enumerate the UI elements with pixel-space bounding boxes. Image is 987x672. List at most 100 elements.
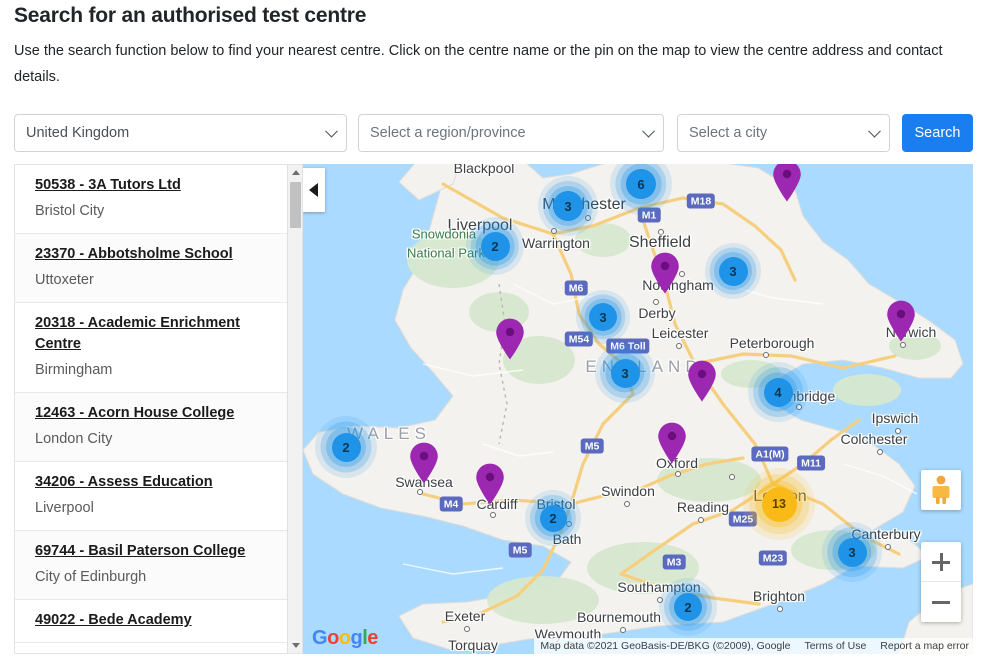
map-cluster-marker[interactable]: 2: [525, 490, 581, 546]
collapse-sidebar-button[interactable]: [303, 168, 325, 212]
map-city-dot: [729, 474, 735, 480]
centre-city: Uttoxeter: [35, 272, 94, 288]
cluster-count: 3: [553, 191, 583, 221]
chevron-down-icon: [325, 124, 338, 138]
map-location-pin[interactable]: [886, 300, 916, 342]
region-select-value: Select a region/province: [370, 125, 526, 141]
map-location-pin[interactable]: [772, 164, 802, 202]
map-cluster-marker[interactable]: 2: [315, 416, 377, 478]
map-road-badge: M23: [758, 550, 788, 566]
cluster-count: 2: [674, 593, 702, 621]
city-select[interactable]: Select a city: [677, 114, 890, 152]
search-form: United Kingdom Select a region/province …: [14, 114, 973, 152]
cluster-count: 3: [589, 303, 617, 331]
map-data-text: Map data ©2021 GeoBasis-DE/BKG (©2009), …: [540, 640, 791, 652]
street-view-pegman-icon[interactable]: [921, 470, 961, 510]
chevron-down-icon: [642, 124, 655, 138]
country-select[interactable]: United Kingdom: [14, 114, 347, 152]
cluster-count: 13: [761, 486, 797, 522]
map-cluster-marker[interactable]: 4: [748, 362, 808, 422]
zoom-in-button[interactable]: [921, 542, 961, 582]
report-map-error-link[interactable]: Report a map error: [880, 638, 969, 654]
centre-list-panel: 50538 - 3A Tutors Ltd Bristol City 23370 -…: [14, 164, 303, 654]
centre-list: 50538 - 3A Tutors Ltd Bristol City 23370 -…: [15, 165, 289, 643]
map-city-dot: [653, 299, 659, 305]
centre-name-link[interactable]: 49022 - Bede Academy: [35, 610, 277, 631]
list-item[interactable]: 49022 - Bede Academy: [15, 600, 289, 643]
map-cluster-marker[interactable]: 3: [822, 522, 882, 582]
map-city-dot: [658, 229, 664, 235]
cluster-count: 4: [763, 377, 793, 407]
map-cluster-marker[interactable]: 13: [743, 468, 815, 540]
centre-name-link[interactable]: 20318 - Academic Enrichment Centre: [35, 313, 277, 355]
results-area: 50538 - 3A Tutors Ltd Bristol City 23370 -…: [14, 164, 973, 654]
list-item[interactable]: 34206 - Assess Education Liverpool: [15, 462, 289, 531]
centre-name-link[interactable]: 69744 - Basil Paterson College: [35, 541, 277, 562]
map-road-badge: M4: [439, 496, 463, 512]
test-centre-search-page: Search for an authorised test centre Use…: [0, 0, 987, 672]
terms-of-use-link[interactable]: Terms of Use: [804, 638, 866, 654]
centre-city: Bristol City: [35, 203, 105, 219]
map-attribution: Map data ©2021 GeoBasis-DE/BKG (©2009), …: [534, 638, 973, 654]
map-road-badge: M3: [662, 554, 686, 570]
google-logo-letter: o: [338, 627, 351, 649]
zoom-out-button[interactable]: [921, 582, 961, 622]
map-city-dot: [763, 352, 769, 358]
centre-city: Liverpool: [35, 500, 94, 516]
map-location-pin[interactable]: [495, 318, 525, 360]
map-city-dot: [698, 517, 704, 523]
map-location-pin[interactable]: [475, 463, 505, 505]
map-city-dot: [900, 342, 906, 348]
map-city-dot: [675, 471, 681, 477]
map-panel[interactable]: M1 M18 M6 M54 M6 Toll M5 M4 M5 A1(M) M11 M25 M3 M23 …: [303, 164, 973, 654]
google-logo-letter: G: [312, 627, 328, 649]
list-scrollbar[interactable]: [287, 165, 302, 653]
scrollbar-thumb[interactable]: [290, 182, 301, 228]
country-select-value: United Kingdom: [26, 125, 130, 141]
map-cluster-marker[interactable]: 2: [466, 217, 524, 275]
scroll-down-arrow-icon[interactable]: [288, 638, 302, 653]
page-title: Search for an authorised test centre: [14, 4, 367, 27]
map-city-dot: [417, 489, 423, 495]
map-cluster-marker[interactable]: 3: [538, 176, 598, 236]
map-location-pin[interactable]: [409, 442, 439, 484]
cluster-count: 2: [331, 432, 361, 462]
google-logo-letter: o: [327, 627, 339, 649]
cluster-count: 2: [480, 231, 510, 261]
centre-name-link[interactable]: 34206 - Assess Education: [35, 472, 277, 493]
city-select-value: Select a city: [689, 125, 768, 141]
list-item[interactable]: 69744 - Basil Paterson College City of Ed…: [15, 531, 289, 600]
map-city-dot: [676, 343, 682, 349]
centre-name-link[interactable]: 50538 - 3A Tutors Ltd: [35, 175, 277, 196]
map-city-dot: [624, 501, 630, 507]
centre-city: London City: [35, 431, 113, 447]
map-city-dot: [620, 627, 626, 633]
page-subtitle: Use the search function below to find yo…: [14, 43, 943, 85]
list-item[interactable]: 12463 - Acorn House College London City: [15, 393, 289, 462]
map-cluster-marker[interactable]: 2: [659, 578, 717, 636]
cluster-count: 3: [610, 358, 640, 388]
map-cluster-marker[interactable]: 3: [576, 290, 630, 344]
list-item[interactable]: 50538 - 3A Tutors Ltd Bristol City: [15, 165, 289, 234]
centre-name-link[interactable]: 23370 - Abbotsholme School: [35, 244, 277, 265]
search-button[interactable]: Search: [902, 114, 973, 152]
map-cluster-marker[interactable]: 3: [595, 343, 655, 403]
centre-name-link[interactable]: 12463 - Acorn House College: [35, 403, 277, 424]
region-select[interactable]: Select a region/province: [358, 114, 664, 152]
triangle-left-icon: [309, 183, 318, 197]
scroll-up-arrow-icon[interactable]: [288, 165, 302, 180]
list-item[interactable]: 20318 - Academic Enrichment Centre Birmin…: [15, 303, 289, 393]
map-road-badge: M5: [508, 542, 532, 558]
cluster-count: 3: [837, 537, 867, 567]
map-location-pin[interactable]: [657, 422, 687, 464]
map-cluster-marker[interactable]: 3: [705, 243, 761, 299]
map-location-pin[interactable]: [650, 252, 680, 294]
map-road-badge: M5: [580, 438, 604, 454]
zoom-controls: [921, 542, 961, 622]
map-road-badge: M6: [564, 280, 588, 296]
map-road-badge: M18: [686, 193, 716, 209]
google-logo: Google: [312, 627, 378, 650]
list-item[interactable]: 23370 - Abbotsholme School Uttoxeter: [15, 234, 289, 303]
map-city-dot: [877, 449, 883, 455]
map-location-pin[interactable]: [687, 360, 717, 402]
